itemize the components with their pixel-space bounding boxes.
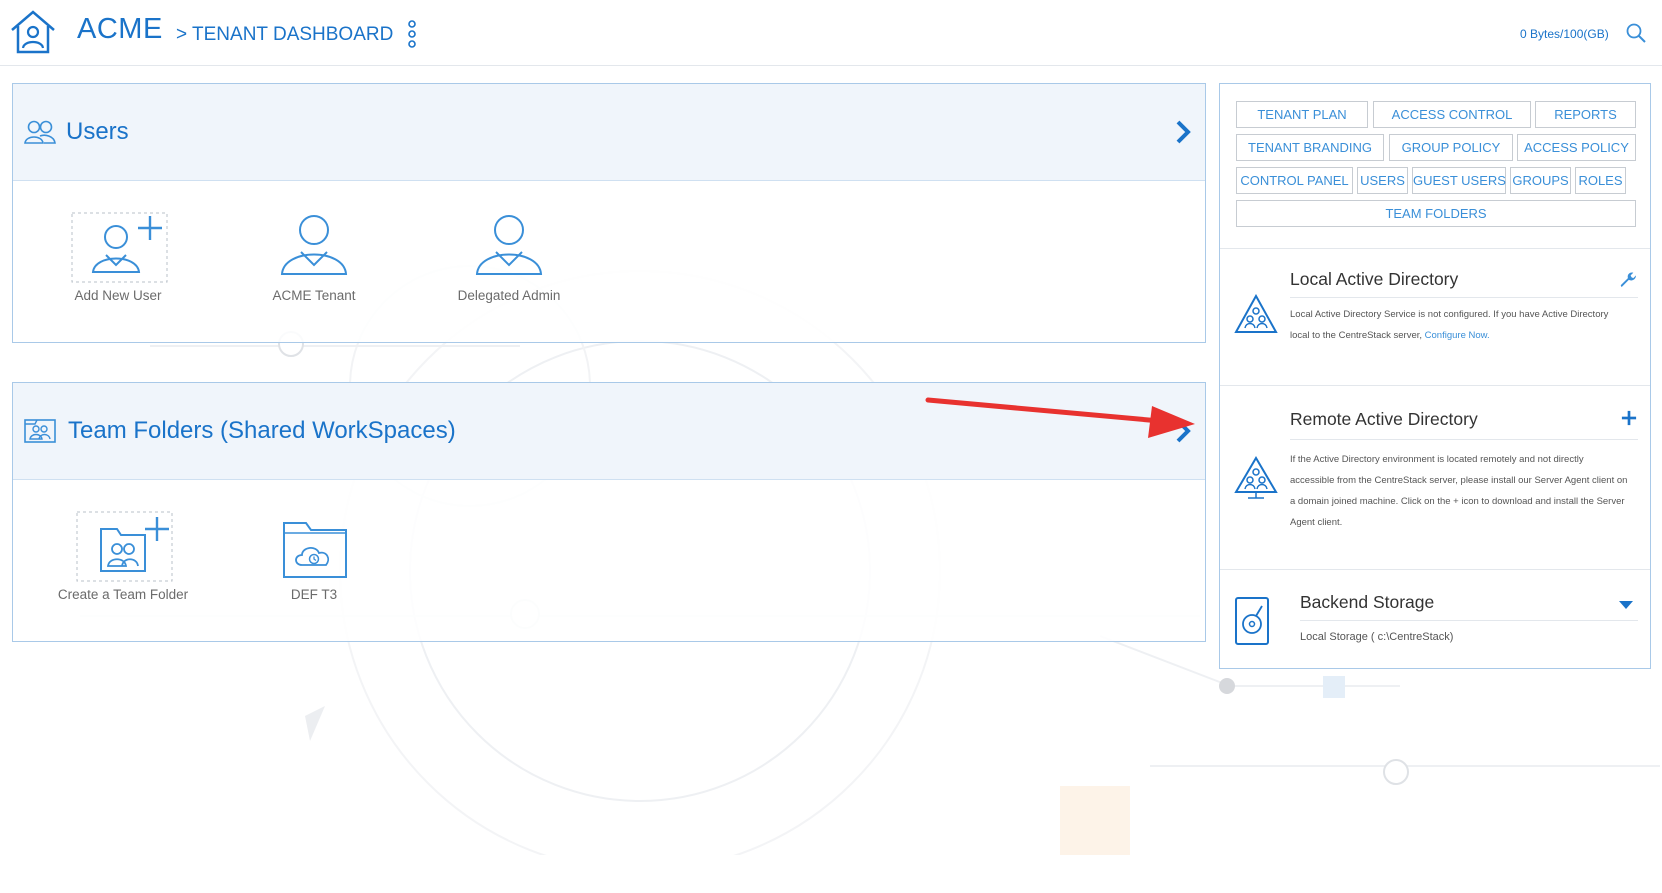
storage-usage: 0 Bytes/100(GB) (1520, 27, 1609, 41)
tile-label: ACME Tenant (272, 288, 356, 303)
tile-label: DEF T3 (290, 587, 338, 602)
search-icon[interactable] (1625, 22, 1647, 44)
remote-ad-rule (1290, 439, 1638, 440)
active-directory-icon (1234, 294, 1278, 333)
users-button[interactable]: USERS (1357, 167, 1408, 194)
team-folders-panel-title: Team Folders (Shared WorkSpaces) (68, 417, 456, 444)
local-ad-rule (1290, 297, 1638, 298)
section-divider (1220, 248, 1650, 249)
cloud-folder-icon (283, 522, 347, 578)
user-icon (280, 215, 348, 275)
top-header: ACME > TENANT DASHBOARD 0 Bytes/100(GB) (0, 0, 1662, 66)
tenant-brand-name[interactable]: ACME (77, 13, 163, 46)
add-user-icon (71, 212, 168, 283)
local-ad-description: Local Active Directory Service is not co… (1290, 304, 1630, 346)
backend-storage-rule (1300, 620, 1638, 621)
control-panel-button[interactable]: CONTROL PANEL (1236, 167, 1353, 194)
reports-button[interactable]: REPORTS (1535, 101, 1636, 128)
tile-label: Delegated Admin (457, 288, 561, 303)
backend-storage-title: Backend Storage (1300, 592, 1435, 612)
breadcrumb: > TENANT DASHBOARD (176, 24, 394, 45)
home-icon[interactable] (8, 8, 58, 54)
tenant-settings-panel: TENANT PLAN ACCESS CONTROL REPORTS TENAN… (1219, 83, 1651, 669)
users-panel-header[interactable]: Users (13, 84, 1205, 181)
hard-disk-icon (1235, 597, 1269, 645)
tile-label: Create a Team Folder (57, 587, 189, 602)
wrench-icon[interactable] (1618, 270, 1636, 288)
access-control-button[interactable]: ACCESS CONTROL (1373, 101, 1531, 128)
section-divider (1220, 569, 1650, 570)
group-policy-button[interactable]: GROUP POLICY (1389, 134, 1513, 161)
team-folder-icon (24, 419, 56, 443)
remote-ad-description: If the Active Directory environment is l… (1290, 454, 1628, 528)
access-policy-button[interactable]: ACCESS POLICY (1517, 134, 1636, 161)
configure-now-link[interactable]: Configure Now. (1425, 330, 1490, 341)
section-divider (1220, 385, 1650, 386)
kebab-menu-icon[interactable] (406, 20, 418, 48)
tile-label: Add New User (74, 288, 162, 303)
def-t3-folder-tile[interactable]: DEF T3 (249, 511, 379, 602)
add-new-user-tile[interactable]: Add New User (53, 212, 183, 303)
delegated-admin-tile[interactable]: Delegated Admin (444, 212, 574, 303)
roles-button[interactable]: ROLES (1575, 167, 1626, 194)
user-icon (475, 215, 543, 275)
remote-active-directory-icon (1234, 456, 1278, 499)
local-ad-title: Local Active Directory (1290, 269, 1459, 289)
remote-ad-title: Remote Active Directory (1290, 409, 1478, 429)
backend-storage-detail: Local Storage ( c:\CentreStack) (1300, 631, 1454, 643)
page-footer-blank (0, 855, 1662, 893)
annotation-arrow (925, 397, 1195, 438)
users-panel-title: Users (66, 118, 129, 145)
guest-users-button[interactable]: GUEST USERS (1412, 167, 1506, 194)
caret-down-icon[interactable] (1618, 600, 1634, 610)
plus-icon[interactable] (1621, 410, 1637, 426)
add-team-folder-icon (76, 511, 173, 582)
acme-tenant-tile[interactable]: ACME Tenant (249, 212, 379, 303)
chevron-right-icon[interactable] (1173, 119, 1193, 145)
users-icon (24, 120, 56, 144)
tenant-plan-button[interactable]: TENANT PLAN (1236, 101, 1368, 128)
create-team-folder-tile[interactable]: Create a Team Folder (53, 511, 193, 602)
users-panel: Users Add New User ACME Tenant Delegated… (12, 83, 1206, 343)
tenant-branding-button[interactable]: TENANT BRANDING (1236, 134, 1384, 161)
groups-button[interactable]: GROUPS (1510, 167, 1571, 194)
team-folders-button[interactable]: TEAM FOLDERS (1236, 200, 1636, 227)
